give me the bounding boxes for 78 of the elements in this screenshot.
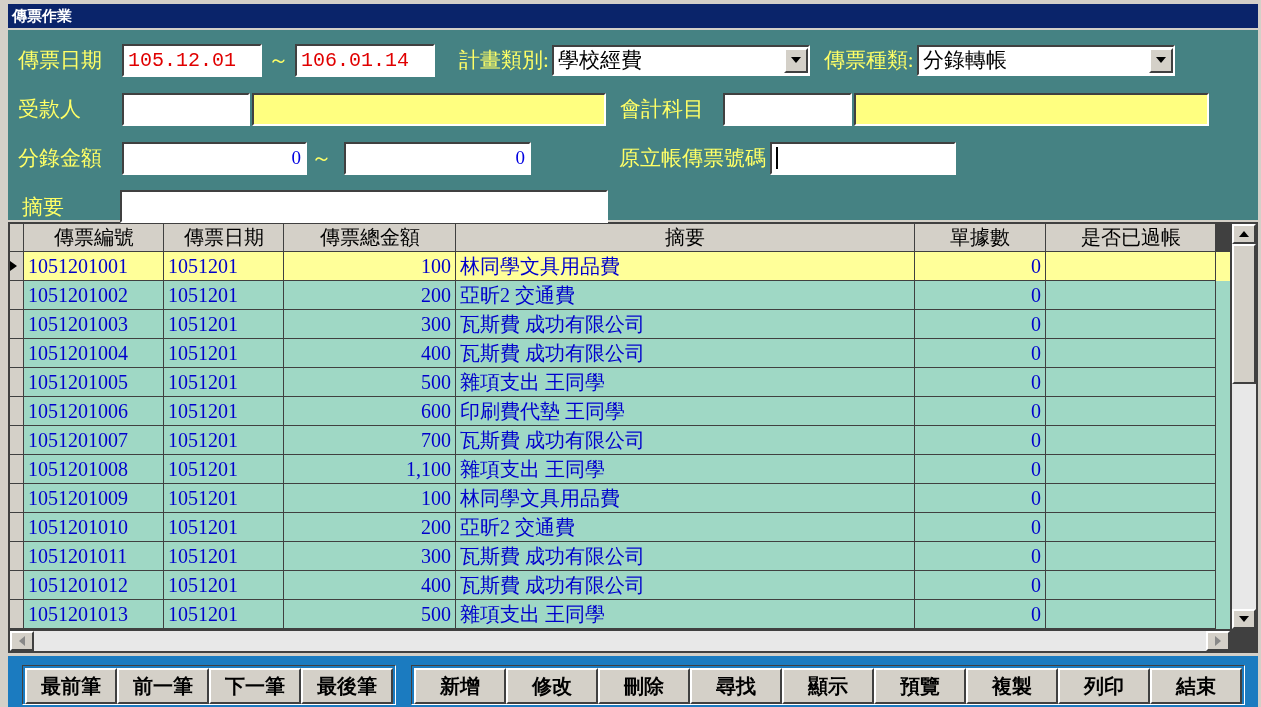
field-label: 原立帳傳票號碼 [619, 145, 766, 172]
nav-button[interactable]: 前一筆 [117, 668, 209, 704]
vertical-scrollbar[interactable] [1232, 224, 1256, 629]
amount-to-field[interactable]: 0 [344, 141, 531, 175]
column-header[interactable]: 傳票日期 [164, 224, 284, 252]
window-title: 傳票作業 [8, 4, 1258, 28]
row-selector[interactable] [10, 542, 24, 571]
table-row[interactable]: 1051201005 1051201 500 雜項支出 王同學 0 [10, 368, 1230, 397]
summary-field[interactable] [120, 190, 608, 223]
action-button[interactable]: 複製 [966, 668, 1058, 704]
table-row[interactable]: 1051201011 1051201 300 瓦斯費 成功有限公司 0 [10, 542, 1230, 571]
down-arrow-icon[interactable] [1239, 616, 1249, 622]
payee-name-field[interactable] [252, 92, 606, 126]
action-button[interactable]: 新增 [414, 668, 506, 704]
column-header[interactable]: 傳票編號 [24, 224, 164, 252]
action-button[interactable]: 顯示 [782, 668, 874, 704]
table-cell: 1051201 [164, 600, 284, 629]
action-button[interactable]: 結束 [1150, 668, 1242, 704]
range-separator: ～ [268, 47, 289, 74]
date-to-field[interactable]: 106.01.14 [295, 43, 435, 77]
account-name-field[interactable] [854, 92, 1209, 126]
table-row[interactable]: 1051201003 1051201 300 瓦斯費 成功有限公司 0 [10, 310, 1230, 339]
payee-code-field[interactable] [122, 92, 250, 126]
action-button[interactable]: 列印 [1058, 668, 1150, 704]
table-cell: 500 [284, 600, 456, 629]
field-label: 會計科目 [620, 96, 705, 123]
row-selector[interactable] [10, 513, 24, 542]
range-separator: ～ [311, 145, 332, 172]
dropdown[interactable]: 分錄轉帳 [916, 44, 1175, 76]
nav-button[interactable]: 最後筆 [301, 668, 393, 704]
dropdown[interactable]: 學校經費 [551, 44, 810, 76]
row-selector[interactable] [10, 310, 24, 339]
column-header[interactable]: 單據數 [915, 224, 1046, 252]
table-cell: 1051201013 [24, 600, 164, 629]
action-button[interactable]: 尋找 [690, 668, 782, 704]
field-label: 分錄金額 [18, 145, 103, 172]
table-cell: 0 [915, 600, 1046, 629]
table-row[interactable]: 1051201013 1051201 500 雜項支出 王同學 0 [10, 600, 1230, 629]
table-row[interactable]: 1051201010 1051201 200 亞昕2 交通費 0 [10, 513, 1230, 542]
field-label: 受款人 [18, 96, 82, 123]
table-row[interactable]: 1051201012 1051201 400 瓦斯費 成功有限公司 0 [10, 571, 1230, 600]
table-row[interactable]: 1051201007 1051201 700 瓦斯費 成功有限公司 0 [10, 426, 1230, 455]
action-button[interactable]: 預覽 [874, 668, 966, 704]
voucher-number-field[interactable] [770, 141, 956, 175]
column-header[interactable]: 摘要 [456, 224, 915, 252]
table-row[interactable]: 1051201009 1051201 100 林同學文具用品費 0 [10, 484, 1230, 513]
amount-from-field[interactable]: 0 [122, 141, 307, 175]
up-arrow-icon[interactable] [1239, 231, 1249, 237]
action-button[interactable]: 修改 [506, 668, 598, 704]
row-selector[interactable] [10, 339, 24, 368]
row-selector[interactable] [10, 252, 24, 281]
row-selector[interactable] [10, 281, 24, 310]
column-header[interactable]: 傳票總金額 [284, 224, 456, 252]
row-selector[interactable] [10, 455, 24, 484]
row-selector[interactable] [10, 571, 24, 600]
row-selector[interactable] [10, 426, 24, 455]
table-cell: 雜項支出 王同學 [456, 600, 915, 629]
field-label: 傳票日期 [18, 47, 103, 74]
row-selector[interactable] [10, 397, 24, 426]
field-label: 摘要 [22, 193, 65, 221]
scrollbar-thumb[interactable] [1232, 244, 1256, 384]
nav-button[interactable]: 下一筆 [209, 668, 301, 704]
table-row[interactable]: 1051201004 1051201 400 瓦斯費 成功有限公司 0 [10, 339, 1230, 368]
action-button[interactable]: 刪除 [598, 668, 690, 704]
table-row[interactable]: 1051201002 1051201 200 亞昕2 交通費 0 [10, 281, 1230, 310]
row-selector[interactable] [10, 484, 24, 513]
date-from-field[interactable]: 105.12.01 [122, 43, 262, 77]
table-row[interactable]: 1051201001 1051201 100 林同學文具用品費 0 [10, 252, 1230, 281]
table-row[interactable]: 1051201006 1051201 600 印刷費代墊 王同學 0 [10, 397, 1230, 426]
field-label: 計畫類別: [459, 47, 549, 74]
table-row[interactable]: 1051201008 1051201 1,100 雜項支出 王同學 0 [10, 455, 1230, 484]
row-selector[interactable] [10, 600, 24, 629]
column-header[interactable]: 是否已過帳 [1046, 224, 1216, 252]
row-pointer-icon [10, 261, 17, 271]
account-code-field[interactable] [723, 92, 852, 126]
field-label: 傳票種類: [823, 47, 914, 74]
nav-button[interactable]: 最前筆 [25, 668, 117, 704]
row-selector[interactable] [10, 368, 24, 397]
